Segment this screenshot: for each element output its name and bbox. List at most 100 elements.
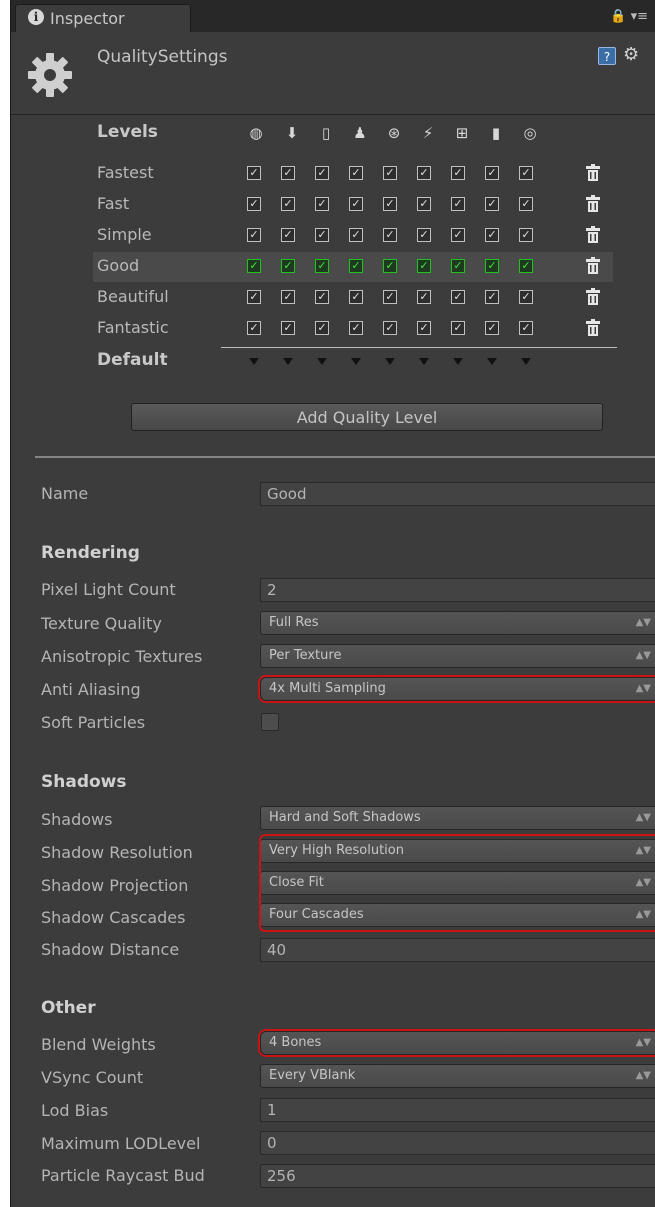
platform-checkbox[interactable]: ✓ — [417, 166, 431, 180]
shadow-resolution-dropdown[interactable]: Very High Resolution ▲▼ — [260, 839, 655, 863]
trash-icon[interactable] — [585, 288, 601, 306]
tab-inspector[interactable]: i Inspector — [15, 4, 191, 32]
platform-checkbox[interactable]: ✓ — [417, 197, 431, 211]
platform-checkbox[interactable]: ✓ — [281, 228, 295, 242]
default-level-dropdown[interactable] — [385, 358, 395, 365]
platform-checkbox[interactable]: ✓ — [315, 197, 329, 211]
platform-checkbox[interactable]: ✓ — [485, 290, 499, 304]
blend-weights-dropdown[interactable]: 4 Bones ▲▼ — [260, 1031, 655, 1055]
platform-checkbox[interactable]: ✓ — [451, 228, 465, 242]
level-row-simple[interactable]: Simple ✓ ✓ ✓ ✓ ✓ ✓ ✓ ✓ ✓ — [93, 221, 613, 251]
platform-checkbox[interactable]: ✓ — [247, 290, 261, 304]
default-level-dropdown[interactable] — [521, 358, 531, 365]
vsync-dropdown[interactable]: Every VBlank ▲▼ — [260, 1064, 655, 1088]
level-row-fantastic[interactable]: Fantastic ✓ ✓ ✓ ✓ ✓ ✓ ✓ ✓ ✓ — [93, 314, 613, 344]
platform-checkbox[interactable]: ✓ — [315, 166, 329, 180]
platform-checkbox[interactable]: ✓ — [451, 197, 465, 211]
platform-checkbox[interactable]: ✓ — [315, 321, 329, 335]
platform-checkbox[interactable]: ✓ — [485, 166, 499, 180]
platform-checkbox[interactable]: ✓ — [519, 290, 533, 304]
texture-quality-dropdown[interactable]: Full Res ▲▼ — [260, 611, 655, 635]
soft-particles-label: Soft Particles — [41, 713, 146, 732]
platform-checkbox[interactable]: ✓ — [247, 197, 261, 211]
platform-checkbox[interactable]: ✓ — [519, 259, 533, 273]
platform-checkbox[interactable]: ✓ — [485, 228, 499, 242]
platform-checkbox[interactable]: ✓ — [451, 259, 465, 273]
platform-checkbox[interactable]: ✓ — [451, 290, 465, 304]
default-level-dropdown[interactable] — [487, 358, 497, 365]
platform-checkbox[interactable]: ✓ — [417, 290, 431, 304]
platform-checkbox[interactable]: ✓ — [485, 321, 499, 335]
platform-checkbox[interactable]: ✓ — [349, 197, 363, 211]
platform-checkbox[interactable]: ✓ — [383, 228, 397, 242]
platform-checkbox[interactable]: ✓ — [349, 166, 363, 180]
platform-checkbox[interactable]: ✓ — [383, 166, 397, 180]
shadows-dropdown[interactable]: Hard and Soft Shadows ▲▼ — [260, 806, 655, 830]
shadow-distance-field[interactable]: 40 — [260, 938, 655, 962]
platform-checkbox[interactable]: ✓ — [417, 259, 431, 273]
android-icon: ♟ — [353, 124, 367, 142]
shadow-cascades-dropdown[interactable]: Four Cascades ▲▼ — [260, 903, 655, 927]
platform-checkbox[interactable]: ✓ — [247, 259, 261, 273]
platform-checkbox[interactable]: ✓ — [349, 321, 363, 335]
shadow-projection-dropdown[interactable]: Close Fit ▲▼ — [260, 871, 655, 895]
platform-checkbox[interactable]: ✓ — [451, 166, 465, 180]
name-field[interactable]: Good — [260, 482, 655, 506]
level-row-good[interactable]: Good ✓ ✓ ✓ ✓ ✓ ✓ ✓ ✓ ✓ — [93, 252, 613, 282]
platform-checkbox[interactable]: ✓ — [247, 321, 261, 335]
platform-checkbox[interactable]: ✓ — [519, 228, 533, 242]
platform-checkbox[interactable]: ✓ — [247, 166, 261, 180]
anisotropic-dropdown[interactable]: Per Texture ▲▼ — [260, 644, 655, 668]
anti-aliasing-dropdown[interactable]: 4x Multi Sampling ▲▼ — [260, 677, 655, 701]
platform-checkbox[interactable]: ✓ — [315, 259, 329, 273]
platform-checkbox[interactable]: ✓ — [349, 259, 363, 273]
level-row-fast[interactable]: Fast ✓ ✓ ✓ ✓ ✓ ✓ ✓ ✓ ✓ — [93, 190, 613, 220]
platform-checkbox[interactable]: ✓ — [417, 228, 431, 242]
platform-checkbox[interactable]: ✓ — [485, 197, 499, 211]
platform-checkbox[interactable]: ✓ — [485, 259, 499, 273]
lod-bias-field[interactable]: 1 — [260, 1098, 655, 1122]
soft-particles-checkbox[interactable] — [261, 713, 279, 731]
trash-icon[interactable] — [585, 319, 601, 337]
default-level-dropdown[interactable] — [351, 358, 361, 365]
platform-checkbox[interactable]: ✓ — [383, 259, 397, 273]
trash-icon[interactable] — [585, 257, 601, 275]
platform-checkbox[interactable]: ✓ — [281, 197, 295, 211]
level-row-beautiful[interactable]: Beautiful ✓ ✓ ✓ ✓ ✓ ✓ ✓ ✓ ✓ — [93, 283, 613, 313]
default-level-dropdown[interactable] — [453, 358, 463, 365]
platform-checkbox[interactable]: ✓ — [519, 197, 533, 211]
default-level-dropdown[interactable] — [283, 358, 293, 365]
platform-checkbox[interactable]: ✓ — [451, 321, 465, 335]
platform-checkbox[interactable]: ✓ — [315, 228, 329, 242]
platform-checkbox[interactable]: ✓ — [417, 321, 431, 335]
default-level-dropdown[interactable] — [249, 358, 259, 365]
platform-checkbox[interactable]: ✓ — [281, 321, 295, 335]
platform-checkbox[interactable]: ✓ — [281, 166, 295, 180]
platform-checkbox[interactable]: ✓ — [383, 290, 397, 304]
platform-checkbox[interactable]: ✓ — [383, 321, 397, 335]
add-quality-level-button[interactable]: Add Quality Level — [131, 403, 603, 431]
platform-checkbox[interactable]: ✓ — [281, 290, 295, 304]
pixel-light-field[interactable]: 2 — [260, 578, 655, 602]
trash-icon[interactable] — [585, 164, 601, 182]
platform-checkbox[interactable]: ✓ — [383, 197, 397, 211]
platform-checkbox[interactable]: ✓ — [315, 290, 329, 304]
default-level-dropdown[interactable] — [419, 358, 429, 365]
platform-checkbox[interactable]: ✓ — [349, 228, 363, 242]
anisotropic-value: Per Texture — [269, 648, 342, 663]
max-lod-field[interactable]: 0 — [260, 1131, 655, 1155]
level-row-fastest[interactable]: Fastest ✓ ✓ ✓ ✓ ✓ ✓ ✓ ✓ ✓ — [93, 159, 613, 189]
platform-checkbox[interactable]: ✓ — [519, 166, 533, 180]
platform-checkbox[interactable]: ✓ — [247, 228, 261, 242]
lock-menu-icon[interactable]: 🔒 ▾≡ — [610, 9, 648, 24]
levels-heading: Levels — [97, 122, 158, 142]
platform-checkbox[interactable]: ✓ — [519, 321, 533, 335]
help-book-icon[interactable]: ? — [598, 47, 616, 65]
platform-checkbox[interactable]: ✓ — [349, 290, 363, 304]
trash-icon[interactable] — [585, 226, 601, 244]
platform-checkbox[interactable]: ✓ — [281, 259, 295, 273]
context-gear-icon[interactable]: ⚙ — [623, 44, 639, 65]
particle-raycast-field[interactable]: 256 — [260, 1164, 655, 1188]
trash-icon[interactable] — [585, 195, 601, 213]
default-level-dropdown[interactable] — [317, 358, 327, 365]
